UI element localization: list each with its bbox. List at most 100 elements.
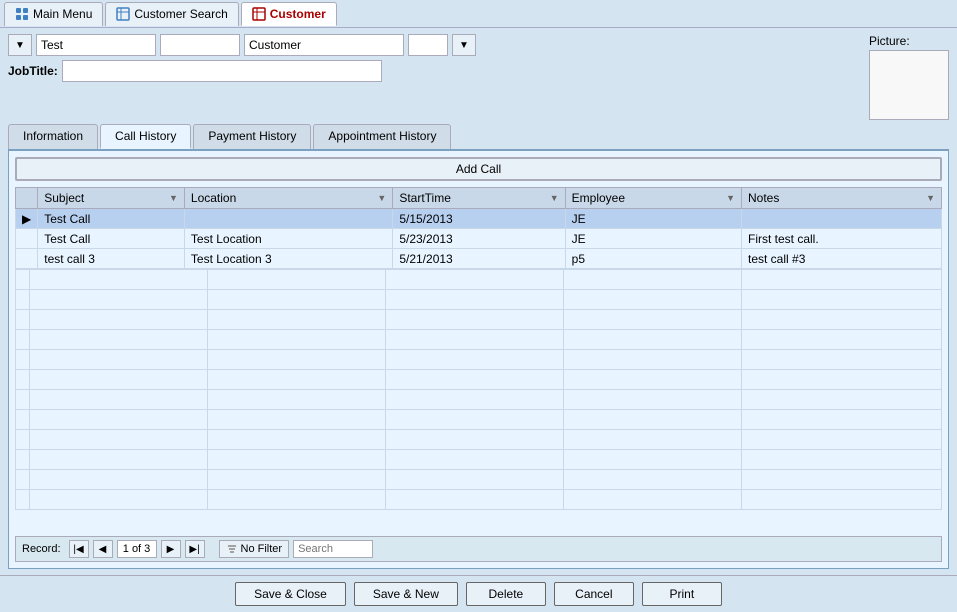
col-indicator	[16, 188, 38, 209]
tab-main-menu[interactable]: Main Menu	[4, 2, 103, 26]
tab-payment-history[interactable]: Payment History	[193, 124, 311, 149]
delete-label: Delete	[489, 587, 524, 601]
col-location[interactable]: Location ▼	[184, 188, 392, 209]
customer-type-input[interactable]	[244, 34, 404, 56]
nav-bar: Record: |◀ ◀ ▶ ▶| No Filter	[15, 536, 942, 562]
code-dropdown-btn[interactable]: ▼	[452, 34, 476, 56]
name-row: ▼ ▼	[8, 34, 855, 56]
add-call-button[interactable]: Add Call	[15, 157, 942, 181]
sort-arrow-location: ▼	[377, 193, 386, 203]
filter-icon	[226, 543, 238, 555]
empty-row	[16, 330, 942, 350]
table-row[interactable]: test call 3Test Location 35/21/2013p5tes…	[16, 249, 942, 269]
tab-information-label: Information	[23, 129, 83, 143]
add-call-label: Add Call	[456, 162, 501, 176]
record-label: Record:	[22, 543, 61, 555]
main-content: ▼ ▼ JobTitle: Picture: Information Call …	[0, 28, 957, 575]
save-new-button[interactable]: Save & New	[354, 582, 458, 606]
tab-customer-search-label: Customer Search	[134, 7, 227, 21]
code-input[interactable]	[408, 34, 448, 56]
tab-information[interactable]: Information	[8, 124, 98, 149]
empty-row	[16, 430, 942, 450]
row-indicator	[16, 249, 38, 269]
nav-last-btn[interactable]: ▶|	[185, 540, 205, 558]
empty-row	[16, 370, 942, 390]
nav-prev-btn[interactable]: ◀	[93, 540, 113, 558]
cell-subject: test call 3	[38, 249, 185, 269]
cell-notes: First test call.	[742, 229, 942, 249]
empty-row	[16, 390, 942, 410]
empty-row	[16, 310, 942, 330]
tab-appointment-history-label: Appointment History	[328, 129, 436, 143]
nav-next-btn[interactable]: ▶	[161, 540, 181, 558]
cell-employee: JE	[565, 229, 741, 249]
tab-main-menu-label: Main Menu	[33, 7, 92, 21]
no-filter-label: No Filter	[241, 543, 283, 555]
cell-starttime: 5/21/2013	[393, 249, 565, 269]
top-form-left: ▼ ▼ JobTitle:	[8, 34, 855, 82]
sort-arrow-notes: ▼	[926, 193, 935, 203]
first-name-input[interactable]	[36, 34, 156, 56]
print-label: Print	[670, 587, 695, 601]
sort-arrow-subject: ▼	[169, 193, 178, 203]
print-button[interactable]: Print	[642, 582, 722, 606]
table-row[interactable]: ▶Test Call5/15/2013JE	[16, 209, 942, 229]
sort-arrow-starttime: ▼	[550, 193, 559, 203]
picture-box	[869, 50, 949, 120]
empty-row	[16, 470, 942, 490]
tab-appointment-history[interactable]: Appointment History	[313, 124, 451, 149]
col-subject-label: Subject	[44, 191, 84, 205]
col-notes[interactable]: Notes ▼	[742, 188, 942, 209]
save-close-label: Save & Close	[254, 587, 327, 601]
col-employee[interactable]: Employee ▼	[565, 188, 741, 209]
last-name-input[interactable]	[160, 34, 240, 56]
cell-subject: Test Call	[38, 229, 185, 249]
cancel-button[interactable]: Cancel	[554, 582, 634, 606]
empty-rows-grid	[15, 269, 942, 510]
col-subject[interactable]: Subject ▼	[38, 188, 185, 209]
col-employee-label: Employee	[572, 191, 625, 205]
tab-panel-call-history: Add Call Subject ▼	[8, 151, 949, 569]
jobtitle-row: JobTitle:	[8, 60, 855, 82]
search-input[interactable]	[293, 540, 373, 558]
jobtitle-label: JobTitle:	[8, 64, 58, 78]
cell-subject: Test Call	[38, 209, 185, 229]
col-starttime[interactable]: StartTime ▼	[393, 188, 565, 209]
cell-notes: test call #3	[742, 249, 942, 269]
cell-employee: p5	[565, 249, 741, 269]
no-filter-button[interactable]: No Filter	[219, 540, 290, 558]
cell-starttime: 5/23/2013	[393, 229, 565, 249]
tab-customer-search[interactable]: Customer Search	[105, 2, 238, 26]
save-close-button[interactable]: Save & Close	[235, 582, 346, 606]
bottom-bar: Save & Close Save & New Delete Cancel Pr…	[0, 575, 957, 612]
cell-location	[184, 209, 392, 229]
tab-call-history-label: Call History	[115, 129, 176, 143]
grid-icon	[15, 7, 29, 21]
call-table-scroll[interactable]: Subject ▼ Location ▼ Sta	[15, 187, 942, 532]
name-dropdown-btn[interactable]: ▼	[8, 34, 32, 56]
cancel-label: Cancel	[575, 587, 612, 601]
empty-row	[16, 410, 942, 430]
tab-payment-history-label: Payment History	[208, 129, 296, 143]
empty-row	[16, 270, 942, 290]
tab-customer[interactable]: Customer	[241, 2, 337, 26]
call-table: Subject ▼ Location ▼ Sta	[15, 187, 942, 269]
jobtitle-input[interactable]	[62, 60, 382, 82]
tab-call-history[interactable]: Call History	[100, 124, 191, 149]
cell-starttime: 5/15/2013	[393, 209, 565, 229]
save-new-label: Save & New	[373, 587, 439, 601]
delete-button[interactable]: Delete	[466, 582, 546, 606]
inner-tab-bar: Information Call History Payment History…	[8, 124, 949, 151]
call-table-body: ▶Test Call5/15/2013JETest CallTest Locat…	[16, 209, 942, 269]
col-location-label: Location	[191, 191, 236, 205]
row-indicator	[16, 229, 38, 249]
nav-first-btn[interactable]: |◀	[69, 540, 89, 558]
sort-arrow-employee: ▼	[726, 193, 735, 203]
empty-row	[16, 450, 942, 470]
cell-employee: JE	[565, 209, 741, 229]
col-notes-label: Notes	[748, 191, 779, 205]
table-row[interactable]: Test CallTest Location5/23/2013JEFirst t…	[16, 229, 942, 249]
table-icon-2	[252, 7, 266, 21]
nav-page-input[interactable]	[117, 540, 157, 558]
empty-row	[16, 290, 942, 310]
